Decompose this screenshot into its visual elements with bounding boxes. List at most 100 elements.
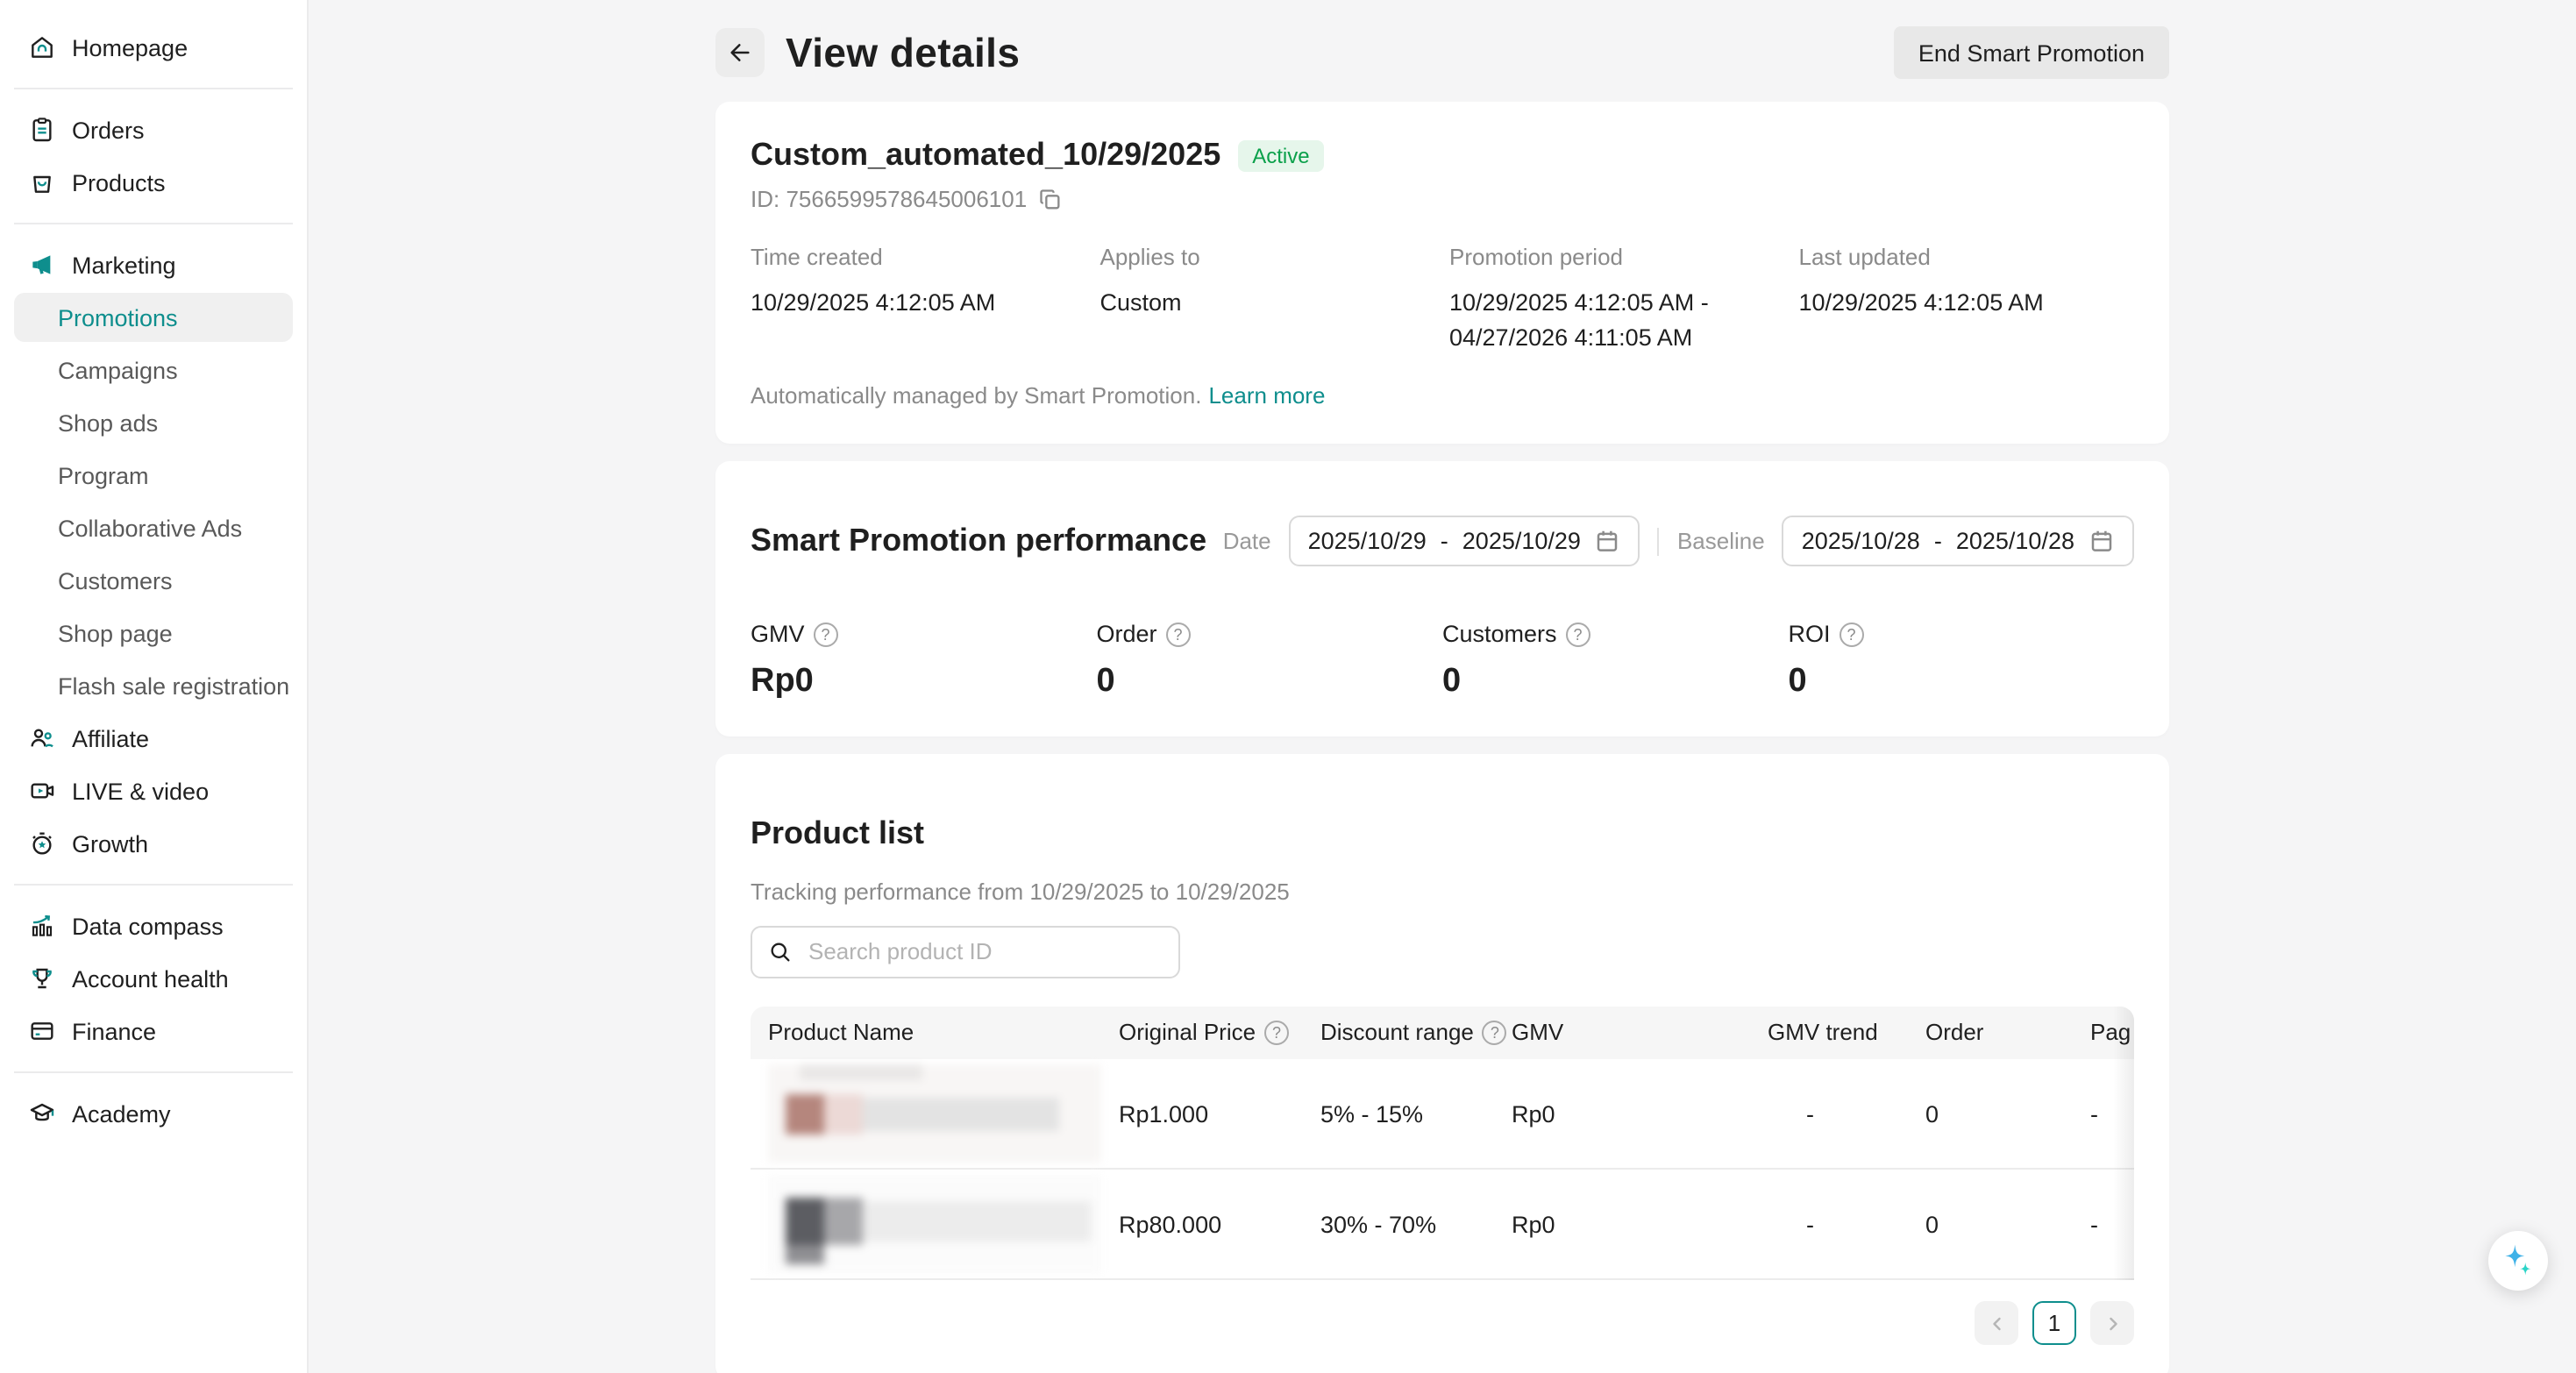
- sidebar-item-label: Affiliate: [72, 725, 149, 751]
- help-icon[interactable]: ?: [1166, 622, 1191, 646]
- vertical-divider: [1658, 527, 1660, 555]
- help-icon[interactable]: ?: [814, 622, 838, 646]
- sidebar-item-label: Growth: [72, 830, 148, 857]
- sidebar-item-account-health[interactable]: Account health: [0, 952, 307, 1005]
- field-time-created: Time created 10/29/2025 4:12:05 AM: [751, 244, 1086, 354]
- field-value: Custom: [1100, 286, 1425, 320]
- sidebar-item-orders[interactable]: Orders: [0, 103, 307, 156]
- page-number-button[interactable]: 1: [2032, 1302, 2076, 1346]
- product-list-card: Product list Tracking performance from 1…: [715, 754, 2169, 1373]
- promotion-summary-card: Custom_automated_10/29/2025 Active ID: 7…: [715, 102, 2169, 444]
- help-icon[interactable]: ?: [1483, 1021, 1507, 1045]
- sidebar-item-label: Orders: [72, 117, 145, 143]
- sidebar-item-homepage[interactable]: Homepage: [0, 21, 307, 74]
- product-name-cell: [751, 1059, 1119, 1170]
- metric-value: 0: [1097, 663, 1443, 701]
- help-icon[interactable]: ?: [1566, 622, 1590, 646]
- sidebar-item-promotions[interactable]: Promotions: [14, 293, 293, 342]
- sidebar-item-academy[interactable]: Academy: [0, 1087, 307, 1140]
- home-icon: [28, 33, 56, 61]
- sidebar-item-marketing[interactable]: Marketing: [0, 238, 307, 291]
- sidebar-item-data-compass[interactable]: Data compass: [0, 900, 307, 952]
- help-icon[interactable]: ?: [1839, 622, 1864, 646]
- managed-note: Automatically managed by Smart Promotion…: [751, 382, 1201, 409]
- field-applies-to: Applies to Custom: [1100, 244, 1436, 354]
- sidebar-item-campaigns[interactable]: Campaigns: [0, 344, 307, 396]
- field-last-updated: Last updated 10/29/2025 4:12:05 AM: [1799, 244, 2135, 354]
- clipped-cell: -: [2090, 1059, 2134, 1170]
- products-icon: [28, 168, 56, 196]
- page-title: View details: [786, 29, 1020, 76]
- help-icon[interactable]: ?: [1264, 1021, 1289, 1045]
- next-page-button[interactable]: [2090, 1302, 2134, 1346]
- end-smart-promotion-button[interactable]: End Smart Promotion: [1894, 26, 2169, 79]
- sidebar-item-label: Shop ads: [58, 409, 158, 436]
- column-header-gmv: GMV: [1512, 1007, 1768, 1059]
- status-badge: Active: [1238, 139, 1323, 171]
- sidebar-item-products[interactable]: Products: [0, 156, 307, 209]
- metric-value: 0: [1789, 663, 2135, 701]
- assistant-button[interactable]: [2488, 1231, 2548, 1291]
- product-list-title: Product list: [751, 815, 2134, 852]
- search-input[interactable]: [805, 937, 1163, 967]
- field-label: Promotion period: [1449, 244, 1785, 270]
- column-header-clipped: Pag: [2090, 1007, 2134, 1059]
- order-cell: 0: [1925, 1059, 2090, 1170]
- previous-page-button[interactable]: [1975, 1302, 2018, 1346]
- date-end: 2025/10/29: [1462, 528, 1581, 554]
- discount-range-cell: 30% - 70%: [1320, 1170, 1512, 1280]
- sidebar-item-finance[interactable]: Finance: [0, 1005, 307, 1057]
- gmv-cell: Rp0: [1512, 1059, 1768, 1170]
- date-separator: -: [1934, 528, 1942, 554]
- discount-range-cell: 5% - 15%: [1320, 1059, 1512, 1170]
- orders-icon: [28, 116, 56, 144]
- baseline-range-picker[interactable]: 2025/10/28 - 2025/10/28: [1783, 516, 2134, 566]
- page-header: View details End Smart Promotion: [715, 25, 2169, 81]
- sidebar-divider: [14, 88, 293, 89]
- field-value: 10/29/2025 4:12:05 AM - 04/27/2026 4:11:…: [1449, 286, 1774, 354]
- sidebar-item-growth[interactable]: Growth: [0, 817, 307, 870]
- sidebar-item-label: Customers: [58, 567, 173, 594]
- back-button[interactable]: [715, 28, 765, 77]
- sparkles-icon: [2499, 1241, 2537, 1280]
- date-range-picker[interactable]: 2025/10/29 - 2025/10/29: [1289, 516, 1640, 566]
- field-promotion-period: Promotion period 10/29/2025 4:12:05 AM -…: [1449, 244, 1785, 354]
- growth-icon: [28, 829, 56, 857]
- sidebar-item-label: Promotions: [58, 304, 178, 331]
- sidebar-item-label: LIVE & video: [72, 778, 209, 804]
- sidebar-item-label: Data compass: [72, 913, 224, 939]
- sidebar-item-label: Flash sale registration: [58, 672, 289, 699]
- sidebar-item-flash-sale-registration[interactable]: Flash sale registration: [0, 659, 307, 712]
- table-row: Rp80.000 30% - 70% Rp0 - 0 -: [751, 1170, 2134, 1280]
- sidebar-item-affiliate[interactable]: Affiliate: [0, 712, 307, 765]
- table-header-row: Product Name Original Price? Discount ra…: [751, 1007, 2134, 1059]
- sidebar-item-live-video[interactable]: LIVE & video: [0, 765, 307, 817]
- sidebar-item-shop-ads[interactable]: Shop ads: [0, 396, 307, 449]
- arrow-left-icon: [726, 39, 754, 67]
- app-window: Homepage Orders Products Marketing Promo…: [0, 0, 2576, 1373]
- pagination: 1: [751, 1302, 2134, 1346]
- finance-icon: [28, 1017, 56, 1045]
- sidebar-item-customers[interactable]: Customers: [0, 554, 307, 607]
- account-health-icon: [28, 964, 56, 992]
- chevron-left-icon: [1986, 1313, 2007, 1334]
- metric-label: Order: [1097, 621, 1157, 647]
- calendar-icon: [1595, 528, 1621, 554]
- metric-order: Order ? 0: [1097, 621, 1443, 701]
- gmv-trend-cell: -: [1768, 1170, 1925, 1280]
- field-label: Applies to: [1100, 244, 1436, 270]
- sidebar-item-collaborative-ads[interactable]: Collaborative Ads: [0, 502, 307, 554]
- sidebar-item-program[interactable]: Program: [0, 449, 307, 502]
- sidebar-item-shop-page[interactable]: Shop page: [0, 607, 307, 659]
- metric-value: 0: [1442, 663, 1789, 701]
- column-header-order: Order: [1925, 1007, 2090, 1059]
- metric-label: ROI: [1789, 621, 1831, 647]
- learn-more-link[interactable]: Learn more: [1208, 382, 1325, 409]
- original-price-cell: Rp80.000: [1119, 1170, 1320, 1280]
- live-video-icon: [28, 777, 56, 805]
- metric-value: Rp0: [751, 663, 1097, 701]
- copy-icon[interactable]: [1037, 187, 1062, 211]
- sidebar-divider: [14, 884, 293, 886]
- sidebar-item-label: Account health: [72, 965, 229, 992]
- sidebar-item-label: Program: [58, 462, 149, 488]
